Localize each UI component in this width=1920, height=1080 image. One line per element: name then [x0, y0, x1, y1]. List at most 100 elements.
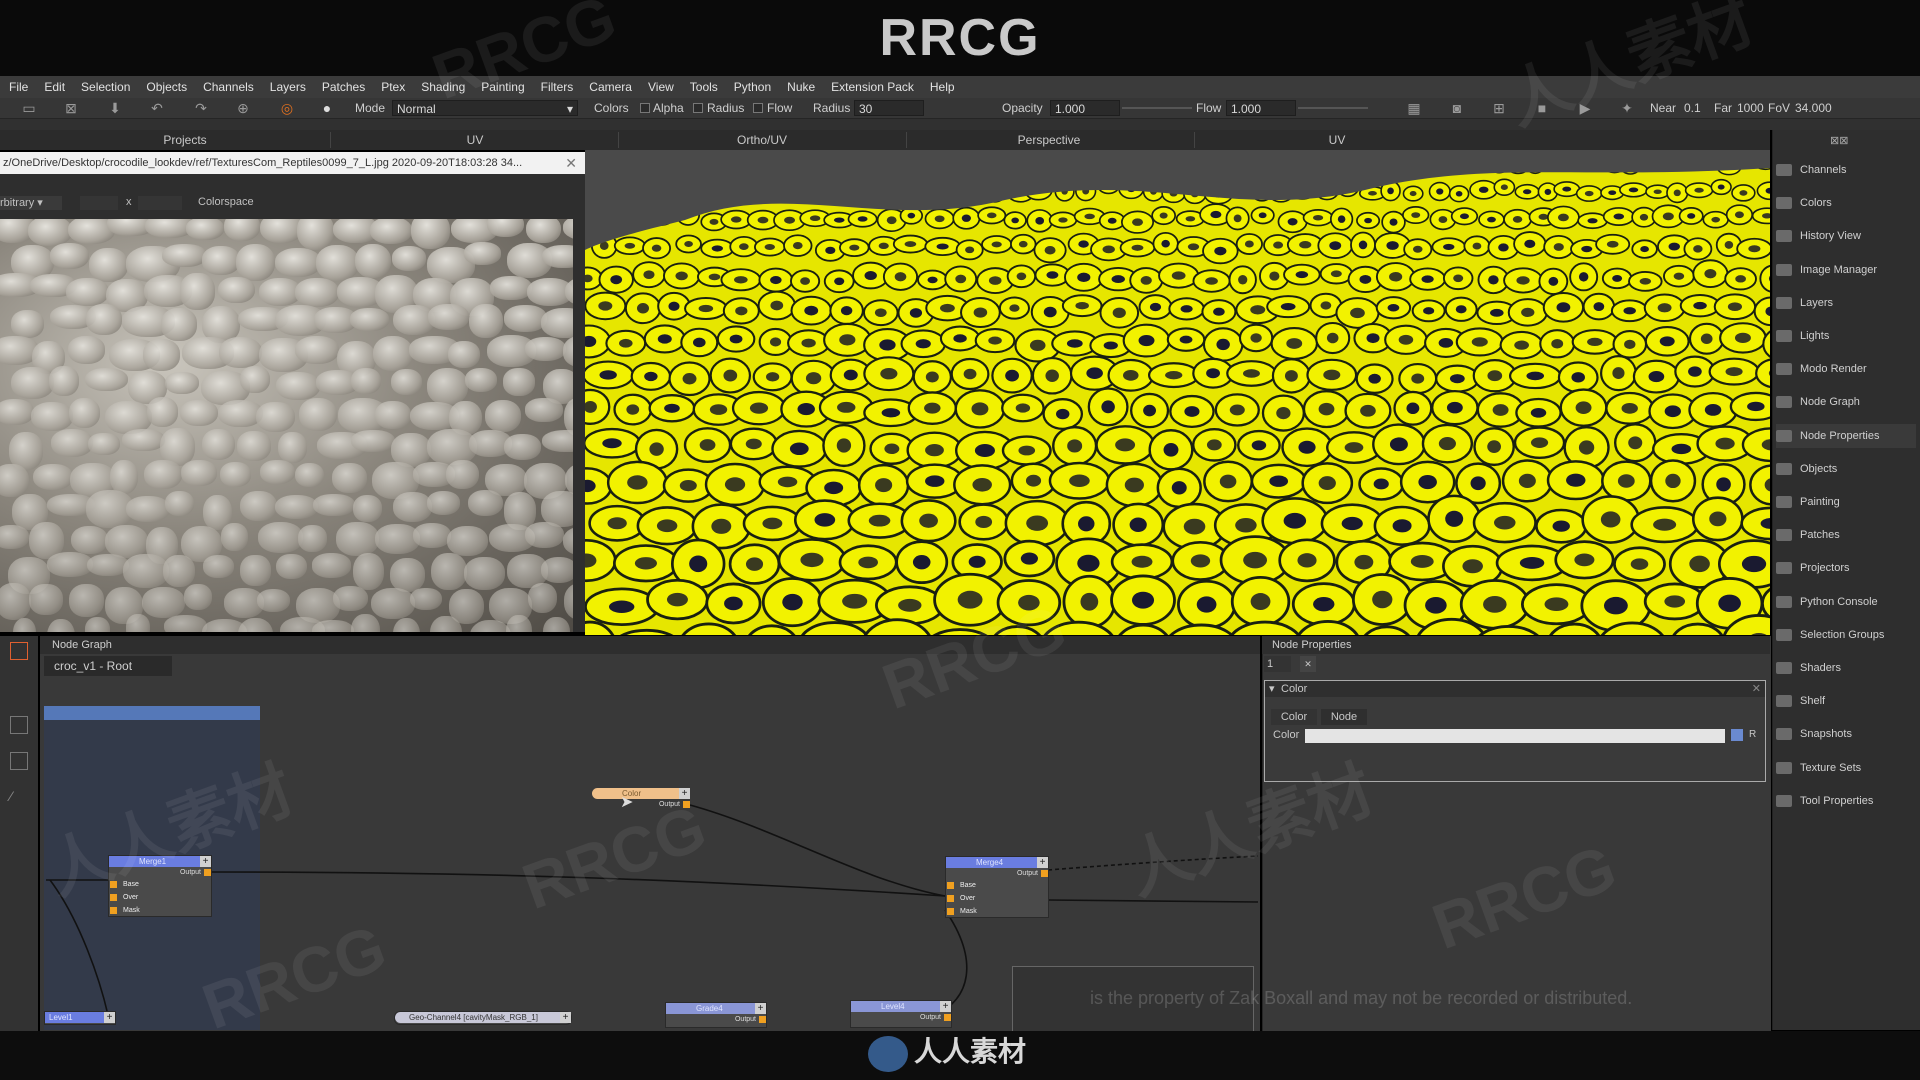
panel-item-selection-groups[interactable]: Selection Groups [1776, 623, 1884, 647]
new-file-icon[interactable]: ▭ [20, 100, 38, 116]
color-node[interactable]: Color + Output [592, 788, 690, 812]
tab-node[interactable]: Node [1321, 709, 1367, 725]
panel-item-patches[interactable]: Patches [1776, 523, 1840, 547]
flow-checkbox[interactable] [753, 103, 763, 113]
panel-item-colors[interactable]: Colors [1776, 191, 1832, 215]
panel-item-shaders[interactable]: Shaders [1776, 656, 1841, 680]
panel-item-tool-properties[interactable]: Tool Properties [1776, 789, 1873, 813]
menu-help[interactable]: Help [930, 80, 955, 94]
add-icon[interactable]: + [560, 1012, 571, 1023]
output-port[interactable]: Output [109, 867, 211, 878]
panel-item-shelf[interactable]: Shelf [1776, 689, 1825, 713]
panel-item-layers[interactable]: Layers [1776, 291, 1833, 315]
add-icon[interactable]: + [104, 1012, 115, 1023]
frame-selected-icon[interactable] [10, 752, 28, 770]
brush-icon[interactable]: ● [318, 100, 336, 116]
colorspace-select[interactable]: rbitrary ▾ [0, 196, 62, 210]
merge-node-left[interactable]: Merge1 + Output Base Over Mask [108, 855, 212, 917]
light-icon[interactable]: ✦ [1618, 100, 1636, 116]
input-port-over[interactable]: Over [946, 892, 1048, 905]
radius-checkbox[interactable] [693, 103, 703, 113]
input-port-over[interactable]: Over [109, 891, 211, 904]
panel-item-modo-render[interactable]: Modo Render [1776, 357, 1867, 381]
panel-item-image-manager[interactable]: Image Manager [1776, 258, 1877, 282]
color-picker-icon[interactable] [1731, 729, 1743, 741]
close-file-icon[interactable]: ⊠ [62, 100, 80, 116]
add-icon[interactable]: + [679, 788, 690, 799]
brush-tool-icon[interactable]: ⁄ [10, 788, 28, 806]
add-icon[interactable]: + [1037, 857, 1048, 868]
add-icon[interactable]: + [200, 856, 211, 867]
panel-item-texture-sets[interactable]: Texture Sets [1776, 756, 1861, 780]
panel-item-node-properties[interactable]: Node Properties [1776, 423, 1916, 448]
far-value[interactable]: 1000 [1737, 101, 1764, 115]
input-port-base[interactable]: Base [109, 878, 211, 891]
menu-objects[interactable]: Objects [146, 80, 187, 94]
menu-view[interactable]: View [648, 80, 674, 94]
node-properties-index[interactable]: 1 [1264, 656, 1291, 672]
panel-item-painting[interactable]: Painting [1776, 490, 1840, 514]
fov-value[interactable]: 34.000 [1795, 101, 1832, 115]
close-icon[interactable]: ✕ [1752, 681, 1761, 697]
tab-projects[interactable]: Projects [130, 133, 240, 147]
panel-item-channels[interactable]: Channels [1776, 158, 1846, 182]
r-button[interactable]: R [1749, 729, 1756, 740]
opacity-slider[interactable] [1122, 107, 1192, 109]
input-port-base[interactable]: Base [946, 879, 1048, 892]
save-icon[interactable]: ⬇ [106, 100, 124, 116]
menu-tools[interactable]: Tools [690, 80, 718, 94]
level-node-left[interactable]: Level1 + [44, 1011, 116, 1025]
menu-painting[interactable]: Painting [481, 80, 524, 94]
lock-icon[interactable]: ✕ [1300, 656, 1316, 672]
width-field[interactable] [80, 196, 118, 210]
tab-uv-2[interactable]: UV [1282, 133, 1392, 147]
panel-item-lights[interactable]: Lights [1776, 324, 1829, 348]
backdrop-header[interactable] [44, 706, 260, 720]
cube-icon[interactable]: ■ [1533, 100, 1551, 116]
menu-channels[interactable]: Channels [203, 80, 254, 94]
merge-node-right[interactable]: Merge4 + Output Base Over Mask [945, 856, 1049, 918]
near-value[interactable]: 0.1 [1684, 101, 1701, 115]
output-port[interactable]: Output [666, 1014, 766, 1025]
dock-close-icon[interactable]: ⊠⊠ [1830, 134, 1848, 147]
menu-nuke[interactable]: Nuke [787, 80, 815, 94]
menu-python[interactable]: Python [734, 80, 771, 94]
panel-item-node-graph[interactable]: Node Graph [1776, 390, 1860, 414]
frame-all-icon[interactable] [10, 716, 28, 734]
menu-ptex[interactable]: Ptex [381, 80, 405, 94]
menu-file[interactable]: File [9, 80, 28, 94]
menu-camera[interactable]: Camera [589, 80, 632, 94]
grade-node[interactable]: Grade4 + Output [665, 1002, 767, 1028]
flag-icon[interactable]: ▶ [1576, 100, 1594, 116]
level-node[interactable]: Level4 + Output [850, 1000, 952, 1028]
close-icon[interactable]: ✕ [565, 152, 577, 174]
flow-field[interactable]: 1.000 [1226, 100, 1296, 116]
opacity-field[interactable]: 1.000 [1050, 100, 1120, 116]
add-icon[interactable]: + [755, 1003, 766, 1014]
input-port-mask[interactable]: Mask [946, 905, 1048, 918]
output-port[interactable]: Output [946, 868, 1048, 879]
color-swatch[interactable] [1305, 729, 1725, 743]
tab-color[interactable]: Color [1271, 709, 1317, 725]
node-graph-tab[interactable]: croc_v1 - Root [44, 656, 172, 676]
redo-icon[interactable]: ↷ [192, 100, 210, 116]
panel-item-objects[interactable]: Objects [1776, 457, 1837, 481]
menu-layers[interactable]: Layers [270, 80, 306, 94]
menu-filters[interactable]: Filters [541, 80, 574, 94]
input-port-mask[interactable]: Mask [109, 904, 211, 917]
panel-item-snapshots[interactable]: Snapshots [1776, 722, 1852, 746]
color-section-header[interactable]: ▾ Color ✕ [1265, 681, 1765, 697]
camera-icon[interactable]: ◙ [1448, 100, 1466, 116]
menu-edit[interactable]: Edit [44, 80, 65, 94]
panel-item-python-console[interactable]: Python Console [1776, 590, 1878, 614]
collapse-triangle-icon[interactable]: ▾ [1269, 681, 1275, 697]
tab-uv[interactable]: UV [420, 133, 530, 147]
lock-icon[interactable]: ⊕ [234, 100, 252, 116]
height-field[interactable] [138, 196, 182, 210]
flow-slider[interactable] [1298, 107, 1368, 109]
menu-selection[interactable]: Selection [81, 80, 130, 94]
output-port[interactable]: Output [592, 799, 690, 810]
panel-item-history[interactable]: History View [1776, 224, 1861, 248]
undo-icon[interactable]: ↶ [148, 100, 166, 116]
output-port[interactable]: Output [851, 1012, 951, 1023]
